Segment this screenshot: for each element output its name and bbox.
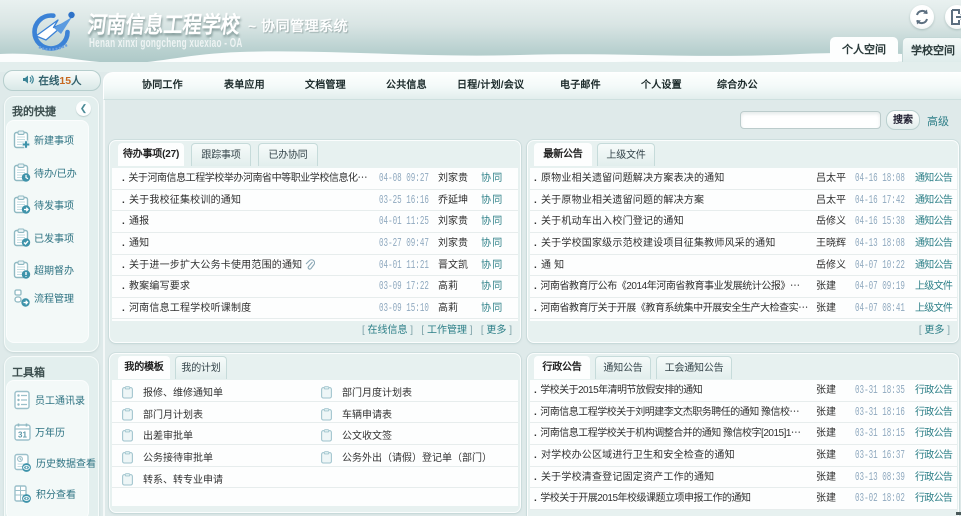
svg-text:31: 31 xyxy=(18,430,27,439)
